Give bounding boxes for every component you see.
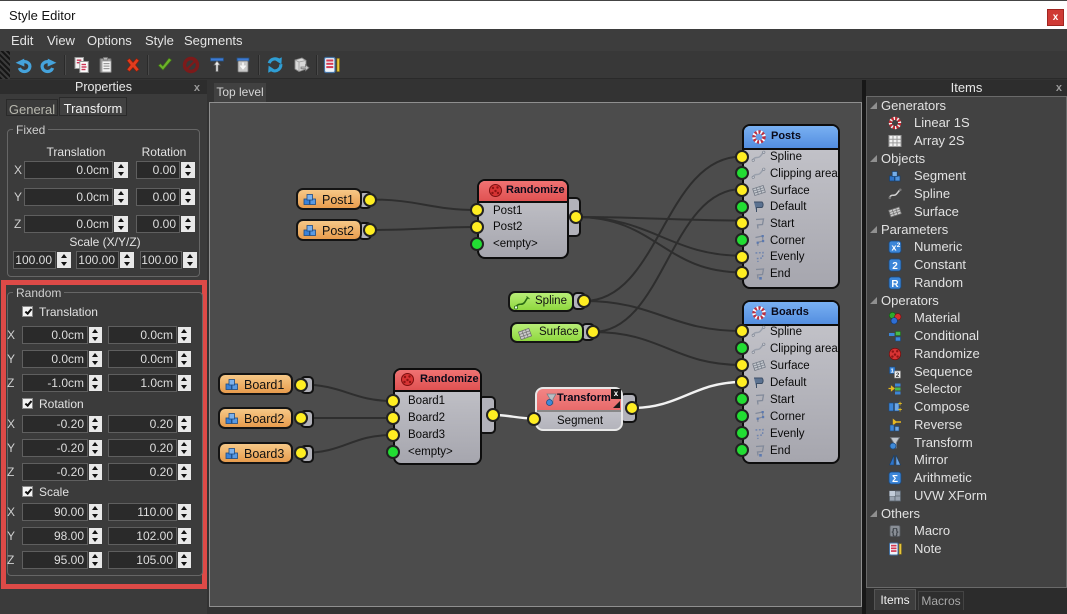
svg-text:+: + (898, 407, 902, 414)
svg-text:2: 2 (897, 242, 901, 249)
svg-text:1: 1 (891, 368, 894, 374)
svg-text:{}: {} (891, 527, 899, 537)
svg-text:R: R (891, 279, 899, 290)
svg-text:Σ: Σ (892, 474, 898, 485)
svg-text:2: 2 (892, 261, 898, 272)
